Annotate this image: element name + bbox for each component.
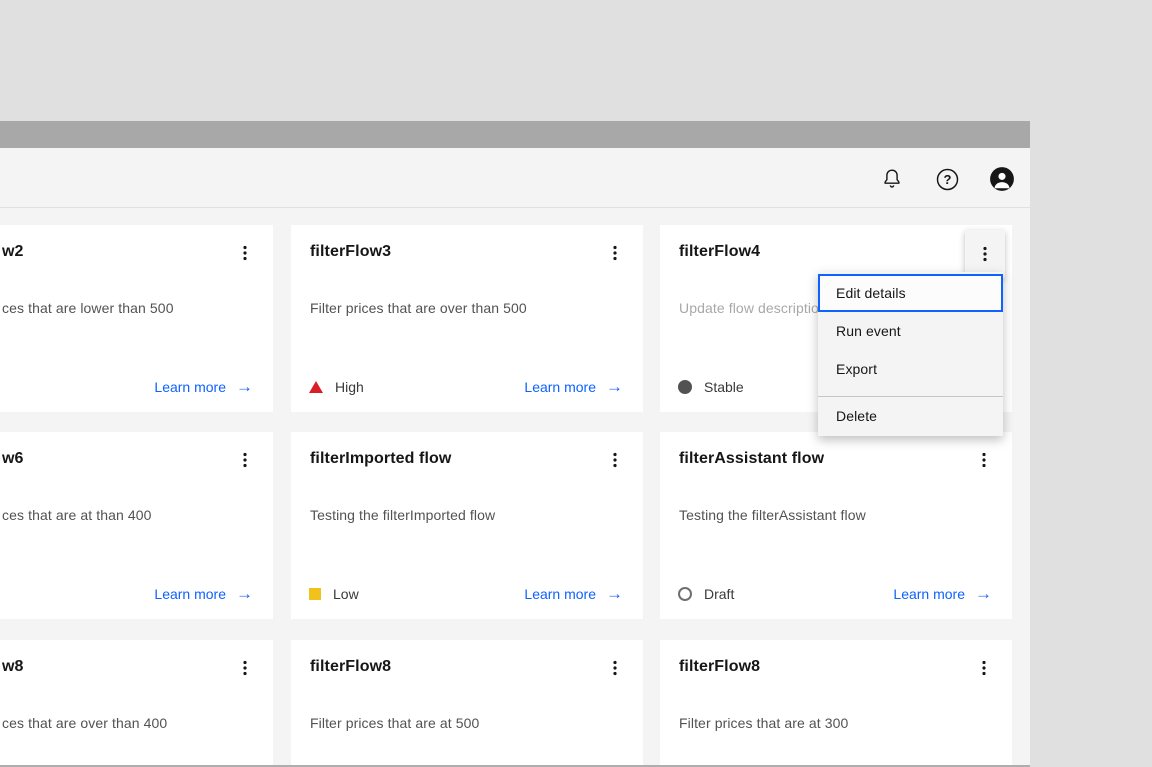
learn-more-link[interactable]: Learn more → [154, 379, 253, 395]
learn-more-label: Learn more [524, 586, 596, 602]
flow-card-title: filterFlow4 [679, 243, 760, 261]
overflow-menu-icon[interactable] [229, 444, 261, 476]
flow-card-footer: Draft Learn more → [678, 582, 992, 606]
status-stable-icon [678, 380, 692, 394]
flow-card-description: ces that are lower than 500 [2, 300, 174, 316]
arrow-right-icon: → [975, 587, 992, 601]
flows-grid: w2 ces that are lower than 500 Learn more →… [0, 121, 1030, 767]
learn-more-link[interactable]: Learn more → [154, 586, 253, 602]
learn-more-link[interactable]: Learn more → [524, 586, 623, 602]
status-low-icon [309, 588, 321, 600]
app-window: ? w2 ces that are lower than 500 Learn mor… [0, 121, 1030, 767]
status-label: Draft [704, 586, 734, 602]
flow-card-footer: Learn more → [2, 582, 253, 606]
status-badge: Stable [678, 379, 744, 395]
learn-more-label: Learn more [893, 586, 965, 602]
flow-card-description: Filter prices that are at 500 [310, 715, 479, 731]
flow-card: w2 ces that are lower than 500 Learn more → [0, 225, 273, 412]
overflow-menu-icon[interactable] [229, 652, 261, 684]
flow-card-description: Filter prices that are at 300 [679, 715, 848, 731]
overflow-menu-icon[interactable] [229, 237, 261, 269]
desktop: { "colors": { "accent_blue": "#0f62fe", … [0, 0, 1152, 767]
flow-card-footer: Low Learn more → [309, 582, 623, 606]
flow-card-title: filterFlow8 [310, 658, 391, 676]
flow-card-title: filterFlow3 [310, 243, 391, 261]
flow-card: filterImported flow Testing the filterImp… [291, 432, 643, 619]
status-badge: High [309, 379, 364, 395]
overflow-menu-icon[interactable] [968, 652, 1000, 684]
arrow-right-icon: → [606, 587, 623, 601]
status-label: Stable [704, 379, 744, 395]
learn-more-link[interactable]: Learn more → [893, 586, 992, 602]
notifications-bell-icon[interactable] [879, 166, 905, 192]
svg-text:?: ? [943, 171, 951, 186]
status-badge: Low [309, 586, 359, 602]
status-badge: Draft [678, 586, 734, 602]
flow-card-description: Filter prices that are over than 500 [310, 300, 527, 316]
menu-item-edit-details[interactable]: Edit details [818, 274, 1003, 312]
menu-item-delete[interactable]: Delete [818, 397, 1003, 435]
flow-card-title: w2 [2, 243, 24, 261]
arrow-right-icon: → [236, 587, 253, 601]
flow-card-title: w6 [2, 450, 24, 468]
card-context-menu: Edit detailsRun eventExport Delete [818, 272, 1003, 436]
flow-card: filterAssistant flow Testing the filterAs… [660, 432, 1012, 619]
flow-card: filterFlow8 Filter prices that are at 500 [291, 640, 643, 767]
flow-card-description: Testing the filterAssistant flow [679, 507, 866, 523]
flow-card-footer: High Learn more → [309, 375, 623, 399]
status-draft-icon [678, 587, 692, 601]
flow-card: filterFlow3 Filter prices that are over t… [291, 225, 643, 412]
menu-item-run-event[interactable]: Run event [818, 312, 1003, 350]
flow-card-description: Update flow description [679, 300, 827, 316]
overflow-menu-icon[interactable] [968, 444, 1000, 476]
app-header: ? [0, 148, 1030, 208]
learn-more-label: Learn more [154, 586, 226, 602]
overflow-menu-icon[interactable] [599, 237, 631, 269]
overflow-menu-icon[interactable] [599, 444, 631, 476]
help-icon[interactable]: ? [934, 166, 960, 192]
status-label: Low [333, 586, 359, 602]
learn-more-label: Learn more [154, 379, 226, 395]
status-label: High [335, 379, 364, 395]
arrow-right-icon: → [236, 380, 253, 394]
flow-card-title: filterFlow8 [679, 658, 760, 676]
overflow-menu-icon[interactable] [599, 652, 631, 684]
flow-card-footer: Learn more → [2, 375, 253, 399]
learn-more-link[interactable]: Learn more → [524, 379, 623, 395]
flow-card-title: filterImported flow [310, 450, 451, 468]
flow-card-description: Testing the filterImported flow [310, 507, 495, 523]
arrow-right-icon: → [606, 380, 623, 394]
learn-more-label: Learn more [524, 379, 596, 395]
flow-card-description: ces that are at than 400 [2, 507, 152, 523]
flow-card-description: ces that are over than 400 [2, 715, 167, 731]
flow-card: w8 ces that are over than 400 [0, 640, 273, 767]
user-avatar-icon[interactable] [989, 166, 1015, 192]
flow-card: filterFlow8 Filter prices that are at 300 [660, 640, 1012, 767]
overflow-menu-icon[interactable] [965, 230, 1005, 278]
flow-card-title: w8 [2, 658, 24, 676]
flow-card-title: filterAssistant flow [679, 450, 824, 468]
flow-card: w6 ces that are at than 400 Learn more → [0, 432, 273, 619]
window-titlebar[interactable] [0, 121, 1030, 148]
menu-item-export[interactable]: Export [818, 350, 1003, 388]
status-high-icon [309, 381, 323, 393]
